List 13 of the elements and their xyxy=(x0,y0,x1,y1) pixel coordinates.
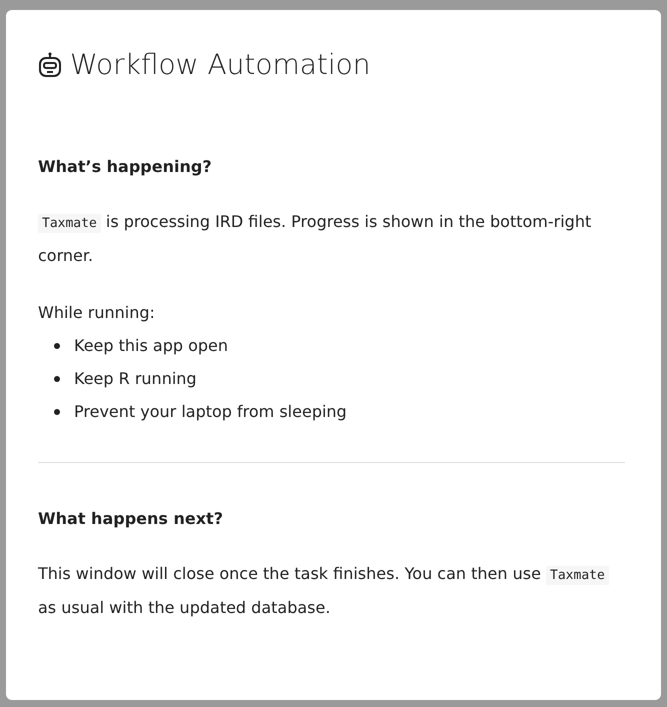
bullet-icon xyxy=(54,342,60,348)
section-heading: What’s happening? xyxy=(38,157,213,176)
robot-icon xyxy=(38,52,62,78)
bullet-icon xyxy=(54,376,60,382)
dialog-title: Workflow Automation xyxy=(70,48,371,81)
bullet-icon xyxy=(54,408,60,414)
list-item: Prevent your laptop from sleeping xyxy=(74,401,347,423)
section-heading: What happens next? xyxy=(38,509,224,528)
list-item: Keep this app open xyxy=(74,335,228,357)
paragraph: Taxmate is processing IRD files. Progress is shown in the bottom-right corner. xyxy=(38,211,592,267)
list-intro: While running: xyxy=(38,302,156,324)
list-item: Keep R running xyxy=(74,368,197,390)
paragraph: This window will close once the task finishes. You can then use Taxmate as usual with the updated database. xyxy=(38,558,625,624)
